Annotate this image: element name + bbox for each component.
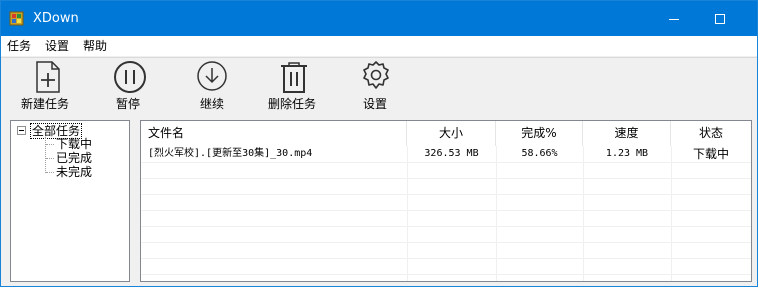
window-title: XDown <box>33 11 79 26</box>
cell-size: 326.53 MB <box>424 148 479 159</box>
app-window: XDown 任务 设置 帮助 新建任务 暂停 继续 删除任务 设置 全部任务 下… <box>0 0 758 287</box>
grid-line <box>141 210 751 211</box>
category-tree: 全部任务 下载中 已完成 未完成 <box>10 120 130 282</box>
menu-help[interactable]: 帮助 <box>83 39 107 53</box>
grid-line <box>141 274 751 275</box>
minimize-button[interactable] <box>651 1 697 36</box>
resume-label: 继续 <box>200 97 225 111</box>
download-icon <box>197 61 227 91</box>
add-file-icon <box>36 61 60 93</box>
gear-icon <box>363 61 389 89</box>
pause-icon <box>114 61 146 93</box>
pause-button[interactable]: 暂停 <box>111 60 147 116</box>
pause-label: 暂停 <box>116 97 141 111</box>
new-task-button[interactable]: 新建任务 <box>21 60 73 116</box>
title-bar: XDown <box>1 1 757 36</box>
app-icon <box>9 11 24 26</box>
column-header-status[interactable]: 状态 <box>671 121 751 146</box>
cell-speed: 1.23 MB <box>605 148 649 159</box>
grid-line <box>407 146 408 281</box>
list-header: 文件名 大小 完成% 速度 状态 <box>141 121 751 146</box>
column-header-progress[interactable]: 完成% <box>496 121 583 146</box>
grid-line <box>141 258 751 259</box>
cell-progress: 58.66% <box>521 148 558 159</box>
menu-tasks[interactable]: 任务 <box>7 39 31 53</box>
cell-filename: [烈火军校].[更新至30集]_30.mp4 <box>148 148 313 159</box>
download-list: 文件名 大小 完成% 速度 状态 [烈火军校].[更新至30集]_30.mp4 … <box>140 120 752 282</box>
grid-line <box>671 146 672 281</box>
delete-task-button[interactable]: 删除任务 <box>268 60 320 116</box>
column-header-filename[interactable]: 文件名 <box>141 121 407 146</box>
trash-icon <box>281 62 307 93</box>
maximize-button[interactable] <box>697 1 743 36</box>
table-row[interactable]: [烈火军校].[更新至30集]_30.mp4 326.53 MB 58.66% … <box>141 146 751 162</box>
settings-button[interactable]: 设置 <box>361 60 393 116</box>
menu-settings[interactable]: 设置 <box>45 39 69 53</box>
tree-item-downloading[interactable]: 下载中 <box>56 137 92 151</box>
grid-line <box>496 146 497 281</box>
tree-item-incomplete[interactable]: 未完成 <box>56 165 92 179</box>
tree-connector <box>45 137 46 173</box>
delete-task-label: 删除任务 <box>268 97 317 111</box>
column-header-speed[interactable]: 速度 <box>583 121 671 146</box>
minimize-icon <box>669 19 679 20</box>
grid-line <box>141 178 751 179</box>
toolbar: 新建任务 暂停 继续 删除任务 设置 <box>1 57 757 118</box>
tree-connector <box>46 158 54 159</box>
settings-label: 设置 <box>363 97 388 111</box>
grid-line <box>141 226 751 227</box>
grid-line <box>141 194 751 195</box>
column-header-size[interactable]: 大小 <box>407 121 496 146</box>
cell-status: 下载中 <box>692 147 729 161</box>
grid-line <box>141 162 751 163</box>
new-task-label: 新建任务 <box>21 97 70 111</box>
maximize-icon <box>715 14 725 24</box>
tree-connector <box>46 172 54 173</box>
tree-connector <box>46 144 54 145</box>
grid-line <box>141 242 751 243</box>
grid-line <box>583 146 584 281</box>
menu-bar: 任务 设置 帮助 <box>1 36 757 56</box>
collapse-icon[interactable] <box>17 126 26 135</box>
tree-item-completed[interactable]: 已完成 <box>56 151 92 165</box>
resume-button[interactable]: 继续 <box>196 60 232 116</box>
